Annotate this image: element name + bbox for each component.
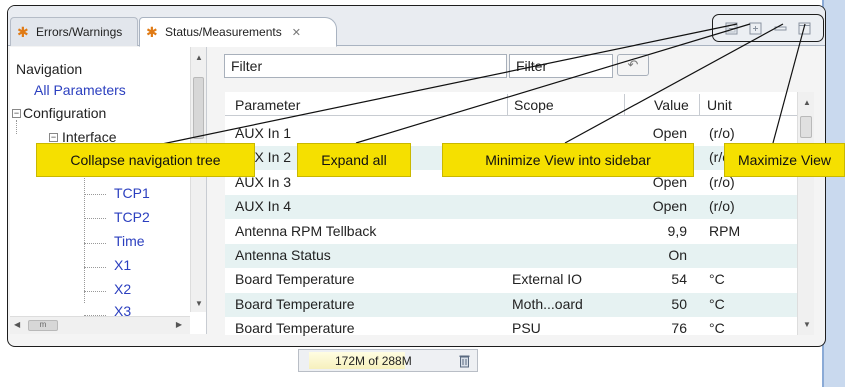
- scope-cell: PSU: [512, 320, 541, 337]
- scope-filter-input[interactable]: Filter: [509, 54, 613, 78]
- scroll-up-icon[interactable]: ▲: [803, 98, 811, 107]
- nav-item-tcp2[interactable]: TCP2: [114, 209, 150, 225]
- tree-line: [16, 120, 17, 134]
- gear-icon: ✱: [146, 24, 158, 40]
- view-toolbar: [712, 14, 824, 42]
- callout-expand-all: Expand all: [297, 143, 411, 177]
- reset-filter-button[interactable]: ↶: [617, 54, 649, 76]
- tab-bar: ✱ Errors/Warnings ✱ Status/Measurements …: [8, 6, 825, 47]
- collapse-icon[interactable]: −: [49, 133, 58, 142]
- trash-icon[interactable]: [457, 353, 471, 368]
- expand-all-icon[interactable]: [749, 21, 763, 35]
- heap-label: 172M of 288M: [335, 354, 412, 368]
- tab-errors-warnings[interactable]: ✱ Errors/Warnings: [10, 17, 138, 46]
- tree-branch: [84, 243, 106, 244]
- parameter-filter-input[interactable]: Filter: [224, 54, 507, 78]
- scroll-thumb[interactable]: [800, 116, 812, 138]
- tab-label: Errors/Warnings: [36, 25, 123, 39]
- table-row[interactable]: Board Temperature External IO 54 °C: [225, 268, 797, 292]
- column-divider[interactable]: [624, 94, 625, 116]
- unit-cell: °C: [709, 295, 725, 312]
- parameter-cell: Board Temperature: [235, 320, 355, 337]
- nav-item-time[interactable]: Time: [114, 233, 145, 249]
- parameter-table: Parameter Scope Value Unit AUX In 1 Open (…: [225, 92, 797, 336]
- parameter-cell: Antenna Status: [235, 247, 331, 263]
- close-icon[interactable]: ✕: [292, 26, 301, 39]
- column-header-scope[interactable]: Scope: [514, 97, 554, 113]
- nav-item-x2[interactable]: X2: [114, 281, 131, 297]
- unit-cell: RPM: [709, 222, 741, 239]
- unit-cell: °C: [709, 271, 725, 288]
- table-row[interactable]: Board Temperature PSU 76 °C: [225, 317, 797, 341]
- table-row[interactable]: Antenna RPM Tellback 9,9 RPM: [225, 220, 797, 244]
- value-cell: 54: [671, 271, 687, 288]
- app-window: ✱ Errors/Warnings ✱ Status/Measurements …: [0, 0, 845, 387]
- navigation-title: Navigation: [16, 61, 83, 77]
- value-cell: 76: [671, 320, 687, 337]
- table-row[interactable]: Board Temperature Moth...oard 50 °C: [225, 292, 797, 317]
- scroll-up-icon[interactable]: ▲: [195, 53, 203, 62]
- value-cell: 50: [671, 295, 687, 312]
- tree-branch: [84, 218, 106, 219]
- parameter-cell: AUX In 4: [235, 198, 292, 215]
- heap-status: 172M of 288M: [298, 349, 478, 372]
- gear-icon: ✱: [17, 24, 29, 40]
- tree-branch: [84, 194, 106, 195]
- value-cell: 9,9: [667, 222, 687, 239]
- scroll-thumb[interactable]: [193, 77, 204, 139]
- unit-cell: (r/o): [709, 125, 735, 141]
- scroll-right-icon[interactable]: ▶: [176, 320, 182, 329]
- undo-icon: ↶: [627, 57, 639, 72]
- parameter-cell: Board Temperature: [235, 295, 355, 312]
- scroll-thumb[interactable]: m: [28, 320, 58, 331]
- value-cell: On: [668, 247, 687, 263]
- tree-branch: [84, 267, 106, 268]
- nav-item-all-parameters[interactable]: All Parameters: [34, 82, 126, 98]
- scope-cell: Moth...oard: [512, 295, 583, 312]
- table-row[interactable]: AUX In 4 Open (r/o): [225, 195, 797, 220]
- tree-branch: [84, 291, 106, 292]
- value-cell: Open: [652, 198, 687, 215]
- scroll-down-icon[interactable]: ▼: [195, 299, 203, 308]
- unit-cell: °C: [709, 320, 725, 337]
- column-header-parameter[interactable]: Parameter: [235, 97, 300, 113]
- scroll-down-icon[interactable]: ▼: [803, 320, 811, 329]
- scope-cell: External IO: [512, 271, 583, 288]
- table-row[interactable]: Antenna Status On: [225, 244, 797, 268]
- nav-horizontal-scrollbar[interactable]: ◀ m ▶: [10, 316, 190, 334]
- column-header-unit[interactable]: Unit: [707, 97, 732, 113]
- parameter-cell: Antenna RPM Tellback: [235, 222, 377, 239]
- value-cell: Open: [652, 125, 687, 141]
- callout-collapse: Collapse navigation tree: [36, 143, 255, 177]
- table-header: Parameter Scope Value Unit: [225, 94, 797, 116]
- minimize-icon[interactable]: [773, 21, 787, 35]
- collapse-all-icon[interactable]: [724, 21, 738, 35]
- maximize-icon[interactable]: [798, 21, 812, 35]
- table-vertical-scrollbar[interactable]: ▲ ▼: [797, 92, 814, 335]
- tab-label: Status/Measurements: [165, 25, 282, 39]
- nav-vertical-scrollbar[interactable]: ▲ ▼: [190, 47, 206, 312]
- navigation-panel: Navigation All Parameters − Configuratio…: [10, 47, 207, 334]
- unit-cell: (r/o): [709, 198, 735, 215]
- parameter-cell: AUX In 1: [235, 125, 292, 141]
- callout-minimize: Minimize View into sidebar: [442, 143, 694, 177]
- nav-item-x1[interactable]: X1: [114, 257, 131, 273]
- nav-item-configuration[interactable]: Configuration: [23, 105, 106, 121]
- tab-status-measurements[interactable]: ✱ Status/Measurements ✕: [139, 17, 337, 47]
- collapse-icon[interactable]: −: [12, 109, 21, 118]
- parameter-cell: Board Temperature: [235, 271, 355, 288]
- column-divider[interactable]: [699, 94, 700, 116]
- scroll-left-icon[interactable]: ◀: [14, 320, 20, 329]
- nav-item-tcp1[interactable]: TCP1: [114, 185, 150, 201]
- callout-maximize: Maximize View: [724, 143, 845, 177]
- column-header-value[interactable]: Value: [654, 97, 689, 113]
- column-divider[interactable]: [507, 94, 508, 116]
